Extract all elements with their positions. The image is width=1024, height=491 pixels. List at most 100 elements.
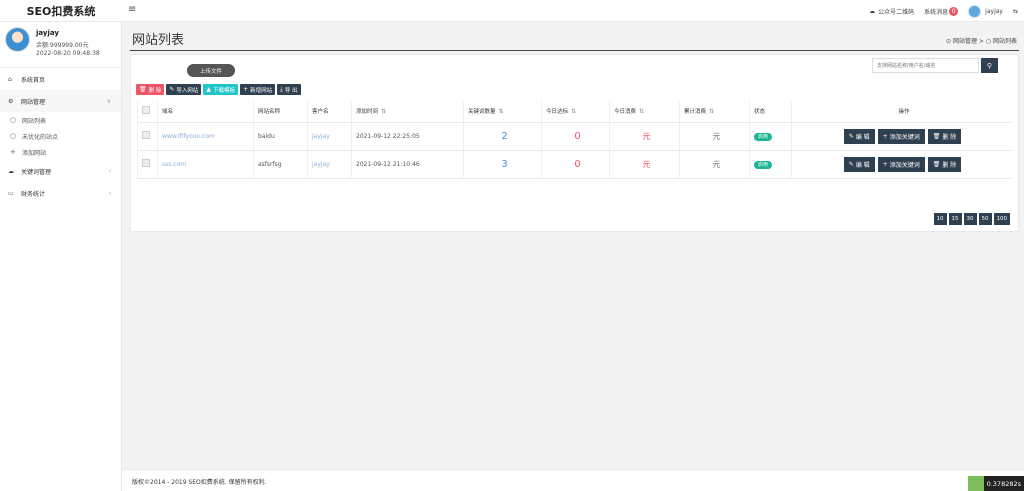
- page-title: 网站列表: [132, 33, 185, 48]
- customer-cell[interactable]: jayjay: [307, 150, 352, 179]
- profile: jayjay 余额:999999.00元 2022-08-20 09:48:38: [0, 22, 121, 68]
- edit-icon: ✎: [848, 132, 854, 140]
- user-menu[interactable]: jayjay: [968, 4, 1003, 18]
- select-all-checkbox[interactable]: [142, 106, 150, 115]
- site-name-cell: baidu: [253, 122, 308, 151]
- page-size-10[interactable]: 10: [933, 213, 947, 225]
- logout-icon[interactable]: ⇆: [1013, 8, 1018, 15]
- chevron-left-icon: ‹: [108, 189, 111, 197]
- page-size-30[interactable]: 30: [963, 213, 977, 225]
- today-ok-cell: 0: [541, 122, 610, 151]
- cloud-icon: ☁: [8, 167, 14, 175]
- system-messages-link[interactable]: 系统消息 0: [924, 6, 959, 16]
- col-today-ok[interactable]: 今日达标 ⇅: [541, 101, 610, 123]
- chat-icon: ☁: [869, 7, 876, 15]
- sidebar-item-site-mgmt[interactable]: ⚙ 网站管理 ∨: [0, 90, 121, 112]
- col-customer: 客户名: [307, 101, 352, 123]
- search-input[interactable]: [872, 58, 979, 73]
- page-size-selector: 10 15 30 50 100: [932, 213, 1010, 225]
- add-keyword-button[interactable]: + 添加关键词: [877, 128, 925, 144]
- qr-code-link[interactable]: ☁ 公众号二维码: [869, 7, 914, 16]
- trash-icon: 🗑: [932, 132, 941, 140]
- gear-icon: ⚙: [8, 97, 14, 105]
- add-site-button[interactable]: + 新增网站: [240, 84, 276, 95]
- home-icon: ⌂: [8, 75, 12, 83]
- sort-icon: ⇅: [498, 108, 504, 116]
- domain-cell[interactable]: sss.com: [157, 150, 254, 179]
- sidebar-item-keyword-mgmt[interactable]: ☁ 关键词管理 ‹: [0, 160, 121, 182]
- today-cost-cell: 元: [609, 150, 680, 179]
- avatar: [968, 4, 982, 18]
- add-time-cell: 2021-09-12 22:25:05: [351, 122, 464, 151]
- row-checkbox[interactable]: [142, 131, 150, 139]
- keyword-count-cell[interactable]: 2: [463, 122, 542, 151]
- circle-icon: ○: [10, 116, 17, 124]
- circle-icon: ○: [985, 38, 993, 45]
- export-button[interactable]: ⤓ 导 出: [277, 84, 301, 95]
- status-cell: 启用: [749, 122, 792, 151]
- page-header: 网站列表 ⊙ 网站管理 > ○ 网站列表: [130, 27, 1019, 51]
- add-keyword-button[interactable]: + 添加关键词: [877, 156, 925, 172]
- breadcrumb-site-mgmt[interactable]: 网站管理: [953, 38, 977, 45]
- trash-icon: 🗑: [139, 86, 147, 93]
- today-ok-cell: 0: [541, 150, 610, 179]
- chevron-left-icon: ‹: [108, 167, 111, 175]
- plus-icon: +: [10, 148, 16, 156]
- plus-icon: +: [882, 160, 888, 168]
- delete-row-button[interactable]: 🗑 删 除: [927, 128, 962, 144]
- profile-time: 2022-08-20 09:48:38: [36, 50, 100, 57]
- page-size-15[interactable]: 15: [948, 213, 962, 225]
- sidebar-item-add-site[interactable]: + 添加网站: [0, 144, 121, 160]
- download-template-button[interactable]: ▲ 下载模板: [203, 84, 239, 95]
- page-size-50[interactable]: 50: [978, 213, 992, 225]
- table-header-row: 域名 网站名称 客户名 添加时间 ⇅ 关键词数量 ⇅ 今日达标 ⇅ 今日消费 ⇅ 累计消…: [137, 101, 1012, 123]
- profile-balance: 余额:999999.00元: [36, 42, 89, 49]
- row-select-cell: [137, 150, 158, 179]
- top-right-nav: ☁ 公众号二维码 系统消息 0 jayjay ⇆: [859, 0, 1018, 22]
- breadcrumb-site-list: 网站列表: [992, 38, 1017, 45]
- search-button[interactable]: ⚲: [981, 58, 998, 73]
- sidebar-item-home[interactable]: ⌂ 系统首页: [0, 68, 121, 90]
- toolbar: 🗑 删 除 ✎ 导入网站 ▲ 下载模板 + 新增网站 ⤓ 导 出: [136, 84, 303, 95]
- edit-icon: ✎: [848, 160, 854, 168]
- status-badge: 启用: [754, 160, 773, 169]
- main-content: 网站列表 ⊙ 网站管理 > ○ 网站列表 上传文件 ⚲ 🗑删 除 ✎导入网站 ▲…: [122, 22, 1024, 469]
- col-domain: 域名: [157, 101, 254, 123]
- delete-button[interactable]: 🗑 删 除: [136, 84, 165, 95]
- leaf-icon: [967, 476, 984, 491]
- delete-row-button[interactable]: 🗑 删 除: [927, 156, 962, 172]
- today-cost-cell: 元: [609, 122, 680, 151]
- col-total-cost[interactable]: 累计消费 ⇅: [679, 101, 750, 123]
- col-keyword-count[interactable]: 关键词数量 ⇅: [463, 101, 542, 123]
- messages-count-badge: 0: [949, 6, 959, 16]
- sidebar-item-unoptimized[interactable]: ○ 未优化的站点: [0, 128, 121, 144]
- trash-icon: 🗑: [932, 160, 941, 168]
- total-cost-cell: 元: [679, 150, 750, 179]
- edit-button[interactable]: ✎ 编 辑: [843, 156, 875, 172]
- home-icon: ⊙: [946, 38, 953, 45]
- footer: 版权©2014 - 2019 SEO扣费系统. 保留所有权利. 0.378282…: [122, 469, 1024, 491]
- domain-cell[interactable]: www.lfifyoux.com: [157, 122, 254, 151]
- upload-file-button[interactable]: 上传文件: [187, 64, 235, 77]
- edit-button[interactable]: ✎ 编 辑: [843, 128, 875, 144]
- row-checkbox[interactable]: [142, 159, 150, 167]
- sort-icon: ⇅: [639, 108, 645, 116]
- plus-icon: +: [243, 86, 249, 93]
- col-add-time[interactable]: 添加时间 ⇅: [351, 101, 464, 123]
- chevron-down-icon: ∨: [106, 97, 111, 105]
- import-sites-button[interactable]: ✎ 导入网站: [166, 84, 202, 95]
- sidebar: jayjay 余额:999999.00元 2022-08-20 09:48:38…: [0, 22, 122, 491]
- sidebar-item-finance[interactable]: ▭ 财务统计 ‹: [0, 182, 121, 204]
- avatar: [5, 27, 30, 52]
- card-icon: ▭: [8, 189, 14, 197]
- menu-toggle-icon[interactable]: ≡: [128, 4, 136, 15]
- circle-icon: ○: [10, 132, 17, 140]
- page-size-100[interactable]: 100: [993, 213, 1010, 225]
- keyword-count-cell[interactable]: 3: [463, 150, 542, 179]
- page-timer: 0.378282s: [967, 476, 1024, 491]
- customer-cell[interactable]: jayjay: [307, 122, 352, 151]
- search-box: ⚲: [872, 58, 1018, 73]
- col-today-cost[interactable]: 今日消费 ⇅: [609, 101, 680, 123]
- col-site-name: 网站名称: [253, 101, 308, 123]
- sidebar-item-site-list[interactable]: ○ 网站列表: [0, 112, 121, 128]
